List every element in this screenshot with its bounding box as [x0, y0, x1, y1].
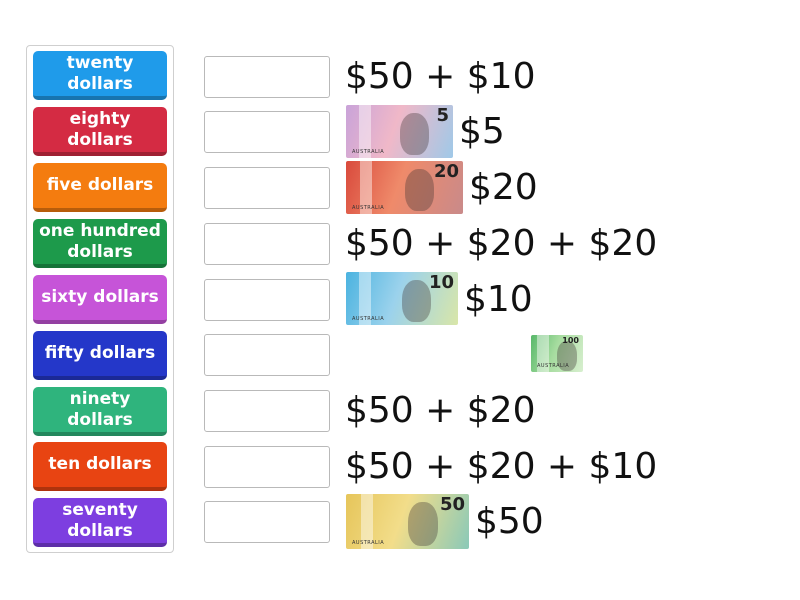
banknote-image: 5 AUSTRALIA	[346, 105, 453, 158]
answer-tile[interactable]: fifty dollars	[33, 331, 167, 380]
drop-zone[interactable]	[204, 56, 330, 98]
answer-tile[interactable]: seventy dollars	[33, 498, 167, 547]
denomination-label: 100	[562, 336, 579, 345]
country-label: AUSTRALIA	[352, 205, 385, 211]
denomination-label: 10	[428, 272, 454, 293]
amount-text: $50 + $10	[345, 56, 536, 97]
denomination-label: 50	[439, 494, 465, 515]
country-label: AUSTRALIA	[352, 149, 385, 155]
answer-tile[interactable]: five dollars	[33, 163, 167, 212]
portrait-icon	[408, 502, 438, 546]
amount-text: $50 + $20 + $10	[345, 446, 658, 487]
word-bank: twenty dollars eighty dollars five dollars…	[26, 45, 174, 553]
amount-text: $5	[459, 111, 505, 152]
answer-tile[interactable]: one hundred dollars	[33, 219, 167, 268]
drop-zone[interactable]	[204, 111, 330, 153]
amount-text: $50 + $20 + $20	[345, 223, 658, 264]
drop-zone[interactable]	[204, 167, 330, 209]
banknote-image: 50 AUSTRALIA	[346, 494, 469, 549]
banknote-image: 20 AUSTRALIA	[346, 161, 463, 214]
drop-zone[interactable]	[204, 334, 330, 376]
denomination-label: 5	[436, 105, 449, 126]
drop-zone[interactable]	[204, 446, 330, 488]
answer-tile[interactable]: ten dollars	[33, 442, 167, 491]
drop-zone[interactable]	[204, 279, 330, 321]
denomination-label: 20	[433, 161, 459, 182]
answer-tile[interactable]: ninety dollars	[33, 387, 167, 436]
banknote-image: 10 AUSTRALIA	[346, 272, 458, 325]
amount-text: $20	[469, 167, 538, 208]
answer-tile[interactable]: sixty dollars	[33, 275, 167, 324]
drop-zone[interactable]	[204, 223, 330, 265]
country-label: AUSTRALIA	[352, 316, 385, 322]
portrait-icon	[405, 169, 434, 211]
amount-text: $50 + $20	[345, 390, 536, 431]
drop-zone[interactable]	[204, 501, 330, 543]
banknote-image: 100 AUSTRALIA	[531, 335, 583, 372]
portrait-icon	[402, 280, 431, 322]
drop-zone[interactable]	[204, 390, 330, 432]
portrait-icon	[400, 113, 429, 155]
amount-text: $50	[475, 501, 544, 542]
country-label: AUSTRALIA	[537, 363, 570, 369]
answer-tile[interactable]: eighty dollars	[33, 107, 167, 156]
country-label: AUSTRALIA	[352, 540, 385, 546]
amount-text: $10	[464, 279, 533, 320]
answer-tile[interactable]: twenty dollars	[33, 51, 167, 100]
